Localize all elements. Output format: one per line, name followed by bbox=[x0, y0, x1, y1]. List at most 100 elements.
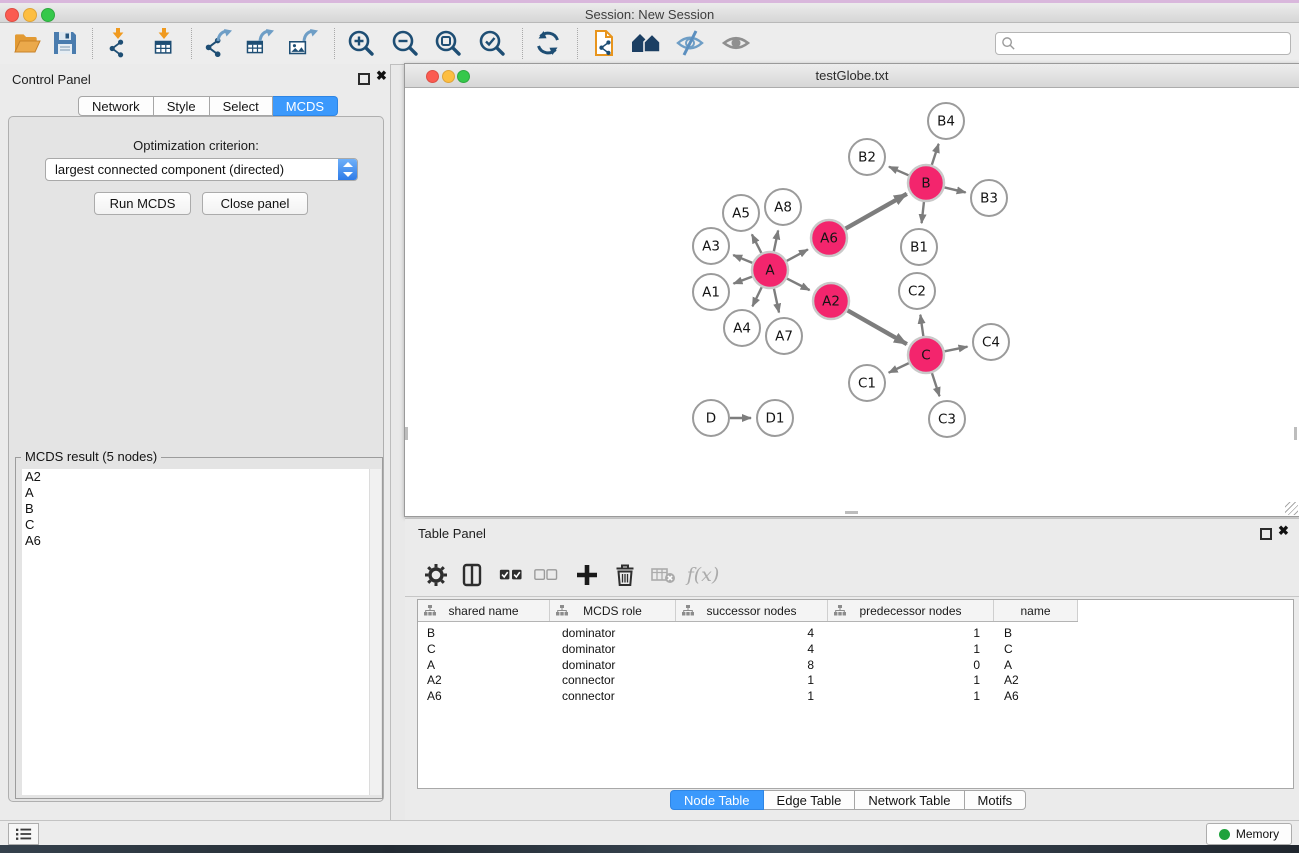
export-table-icon[interactable] bbox=[243, 26, 277, 60]
cell-predecessor-nodes[interactable]: 1 bbox=[828, 641, 980, 657]
graph-node-A7[interactable]: A7 bbox=[766, 318, 802, 354]
cell-successor-nodes[interactable]: 4 bbox=[676, 641, 814, 657]
graph-node-B2[interactable]: B2 bbox=[849, 139, 885, 175]
cell-shared-name[interactable]: A2 bbox=[418, 672, 559, 688]
zoom-fit-icon[interactable] bbox=[431, 26, 465, 60]
column-header-name[interactable]: name bbox=[994, 600, 1078, 621]
run-mcds-button[interactable]: Run MCDS bbox=[94, 192, 191, 215]
mcds-result-item[interactable]: A2 bbox=[22, 469, 375, 485]
import-table-icon[interactable] bbox=[149, 26, 183, 60]
cell-shared-name[interactable]: C bbox=[418, 641, 559, 657]
add-column-icon[interactable] bbox=[572, 560, 602, 590]
cell-shared-name[interactable]: A bbox=[418, 657, 559, 673]
cell-predecessor-nodes[interactable]: 1 bbox=[828, 625, 980, 641]
zoom-out-icon[interactable] bbox=[388, 26, 422, 60]
cell-successor-nodes[interactable]: 4 bbox=[676, 625, 814, 641]
graph-node-D[interactable]: D bbox=[693, 400, 729, 436]
tab-edge-table[interactable]: Edge Table bbox=[764, 790, 856, 810]
export-image-icon[interactable] bbox=[286, 26, 320, 60]
memory-button[interactable]: Memory bbox=[1206, 823, 1292, 845]
float-table-panel-icon[interactable] bbox=[1260, 528, 1272, 540]
select-all-icon[interactable] bbox=[497, 560, 527, 590]
cell-name[interactable]: A2 bbox=[994, 672, 1088, 688]
column-header-MCDS-role[interactable]: MCDS role bbox=[550, 600, 676, 621]
cell-successor-nodes[interactable]: 8 bbox=[676, 657, 814, 673]
cell-name[interactable]: A bbox=[994, 657, 1088, 673]
save-session-icon[interactable] bbox=[48, 26, 82, 60]
graph-node-A4[interactable]: A4 bbox=[724, 310, 760, 346]
graph-node-C[interactable]: C bbox=[908, 337, 944, 373]
cell-predecessor-nodes[interactable]: 0 bbox=[828, 657, 980, 673]
cell-MCDS-role[interactable]: dominator bbox=[550, 625, 688, 641]
bottom-edge-handle[interactable] bbox=[845, 511, 858, 514]
hide-selected-icon[interactable] bbox=[673, 26, 707, 60]
tab-style[interactable]: Style bbox=[154, 96, 210, 116]
graph-edge-B-B3[interactable] bbox=[944, 187, 965, 192]
left-edge-handle[interactable] bbox=[405, 427, 408, 440]
column-header-shared-name[interactable]: shared name bbox=[418, 600, 550, 621]
graph-node-C3[interactable]: C3 bbox=[929, 401, 965, 437]
graph-node-B3[interactable]: B3 bbox=[971, 180, 1007, 216]
close-panel-icon[interactable]: ✖ bbox=[376, 69, 387, 83]
tab-select[interactable]: Select bbox=[210, 96, 273, 116]
graph-edge-C-C2[interactable] bbox=[920, 315, 923, 336]
export-network-icon[interactable] bbox=[201, 26, 235, 60]
graph-edge-B-B4[interactable] bbox=[932, 144, 939, 165]
graph-edge-A2-C[interactable] bbox=[848, 310, 907, 344]
graph-edge-C-C1[interactable] bbox=[889, 363, 909, 373]
graph-edge-A-A6[interactable] bbox=[787, 249, 808, 260]
graph-node-A8[interactable]: A8 bbox=[765, 189, 801, 225]
network-from-selection-icon[interactable] bbox=[588, 26, 622, 60]
float-panel-icon[interactable] bbox=[358, 73, 370, 85]
table-row-A[interactable]: Adominator80A bbox=[418, 657, 1078, 673]
graph-node-B[interactable]: B bbox=[908, 165, 944, 201]
tab-node-table[interactable]: Node Table bbox=[670, 790, 764, 810]
graph-edge-B-B2[interactable] bbox=[889, 167, 909, 176]
graph-edge-C-C4[interactable] bbox=[945, 347, 968, 352]
mcds-result-item[interactable]: A6 bbox=[22, 533, 375, 549]
cell-successor-nodes[interactable]: 1 bbox=[676, 672, 814, 688]
cell-predecessor-nodes[interactable]: 1 bbox=[828, 672, 980, 688]
tab-motifs[interactable]: Motifs bbox=[965, 790, 1027, 810]
table-row-C[interactable]: Cdominator41C bbox=[418, 641, 1078, 657]
first-neighbors-icon[interactable] bbox=[629, 26, 663, 60]
zoom-selected-icon[interactable] bbox=[475, 26, 509, 60]
graph-edge-A-A8[interactable] bbox=[774, 231, 778, 252]
graph-node-A6[interactable]: A6 bbox=[811, 220, 847, 256]
graph-node-C4[interactable]: C4 bbox=[973, 324, 1009, 360]
cell-MCDS-role[interactable]: connector bbox=[550, 688, 688, 704]
column-header-predecessor-nodes[interactable]: predecessor nodes bbox=[828, 600, 994, 621]
graph-edge-A-A3[interactable] bbox=[733, 255, 752, 263]
mcds-result-item[interactable]: C bbox=[22, 517, 375, 533]
mcds-result-item[interactable]: B bbox=[22, 501, 375, 517]
table-row-A6[interactable]: A6connector11A6 bbox=[418, 688, 1078, 704]
mcds-result-list[interactable]: A2ABCA6 bbox=[22, 469, 375, 795]
graph-node-B1[interactable]: B1 bbox=[901, 229, 937, 265]
graph-edge-B-B1[interactable] bbox=[922, 202, 924, 223]
tab-mcds[interactable]: MCDS bbox=[273, 96, 338, 116]
cell-name[interactable]: A6 bbox=[994, 688, 1088, 704]
graph-node-C1[interactable]: C1 bbox=[849, 365, 885, 401]
table-row-A2[interactable]: A2connector11A2 bbox=[418, 672, 1078, 688]
task-history-button[interactable] bbox=[8, 823, 39, 845]
refresh-view-icon[interactable] bbox=[531, 26, 565, 60]
graph-node-A3[interactable]: A3 bbox=[693, 228, 729, 264]
column-header-successor-nodes[interactable]: successor nodes bbox=[676, 600, 828, 621]
cell-shared-name[interactable]: B bbox=[418, 625, 559, 641]
search-input[interactable] bbox=[1018, 34, 1287, 53]
graph-node-A1[interactable]: A1 bbox=[693, 274, 729, 310]
cell-shared-name[interactable]: A6 bbox=[418, 688, 559, 704]
graph-node-B4[interactable]: B4 bbox=[928, 103, 964, 139]
mcds-result-item[interactable]: A bbox=[22, 485, 375, 501]
cell-name[interactable]: C bbox=[994, 641, 1088, 657]
tab-network[interactable]: Network bbox=[78, 96, 154, 116]
table-row-B[interactable]: Bdominator41B bbox=[418, 625, 1078, 641]
zoom-in-icon[interactable] bbox=[344, 26, 378, 60]
graph-edge-C-C3[interactable] bbox=[932, 373, 940, 396]
graph-node-A5[interactable]: A5 bbox=[723, 195, 759, 231]
cell-successor-nodes[interactable]: 1 bbox=[676, 688, 814, 704]
show-columns-icon[interactable] bbox=[457, 560, 487, 590]
window-resize-grip[interactable] bbox=[1285, 502, 1298, 515]
graph-node-A2[interactable]: A2 bbox=[813, 283, 849, 319]
cell-name[interactable]: B bbox=[994, 625, 1088, 641]
